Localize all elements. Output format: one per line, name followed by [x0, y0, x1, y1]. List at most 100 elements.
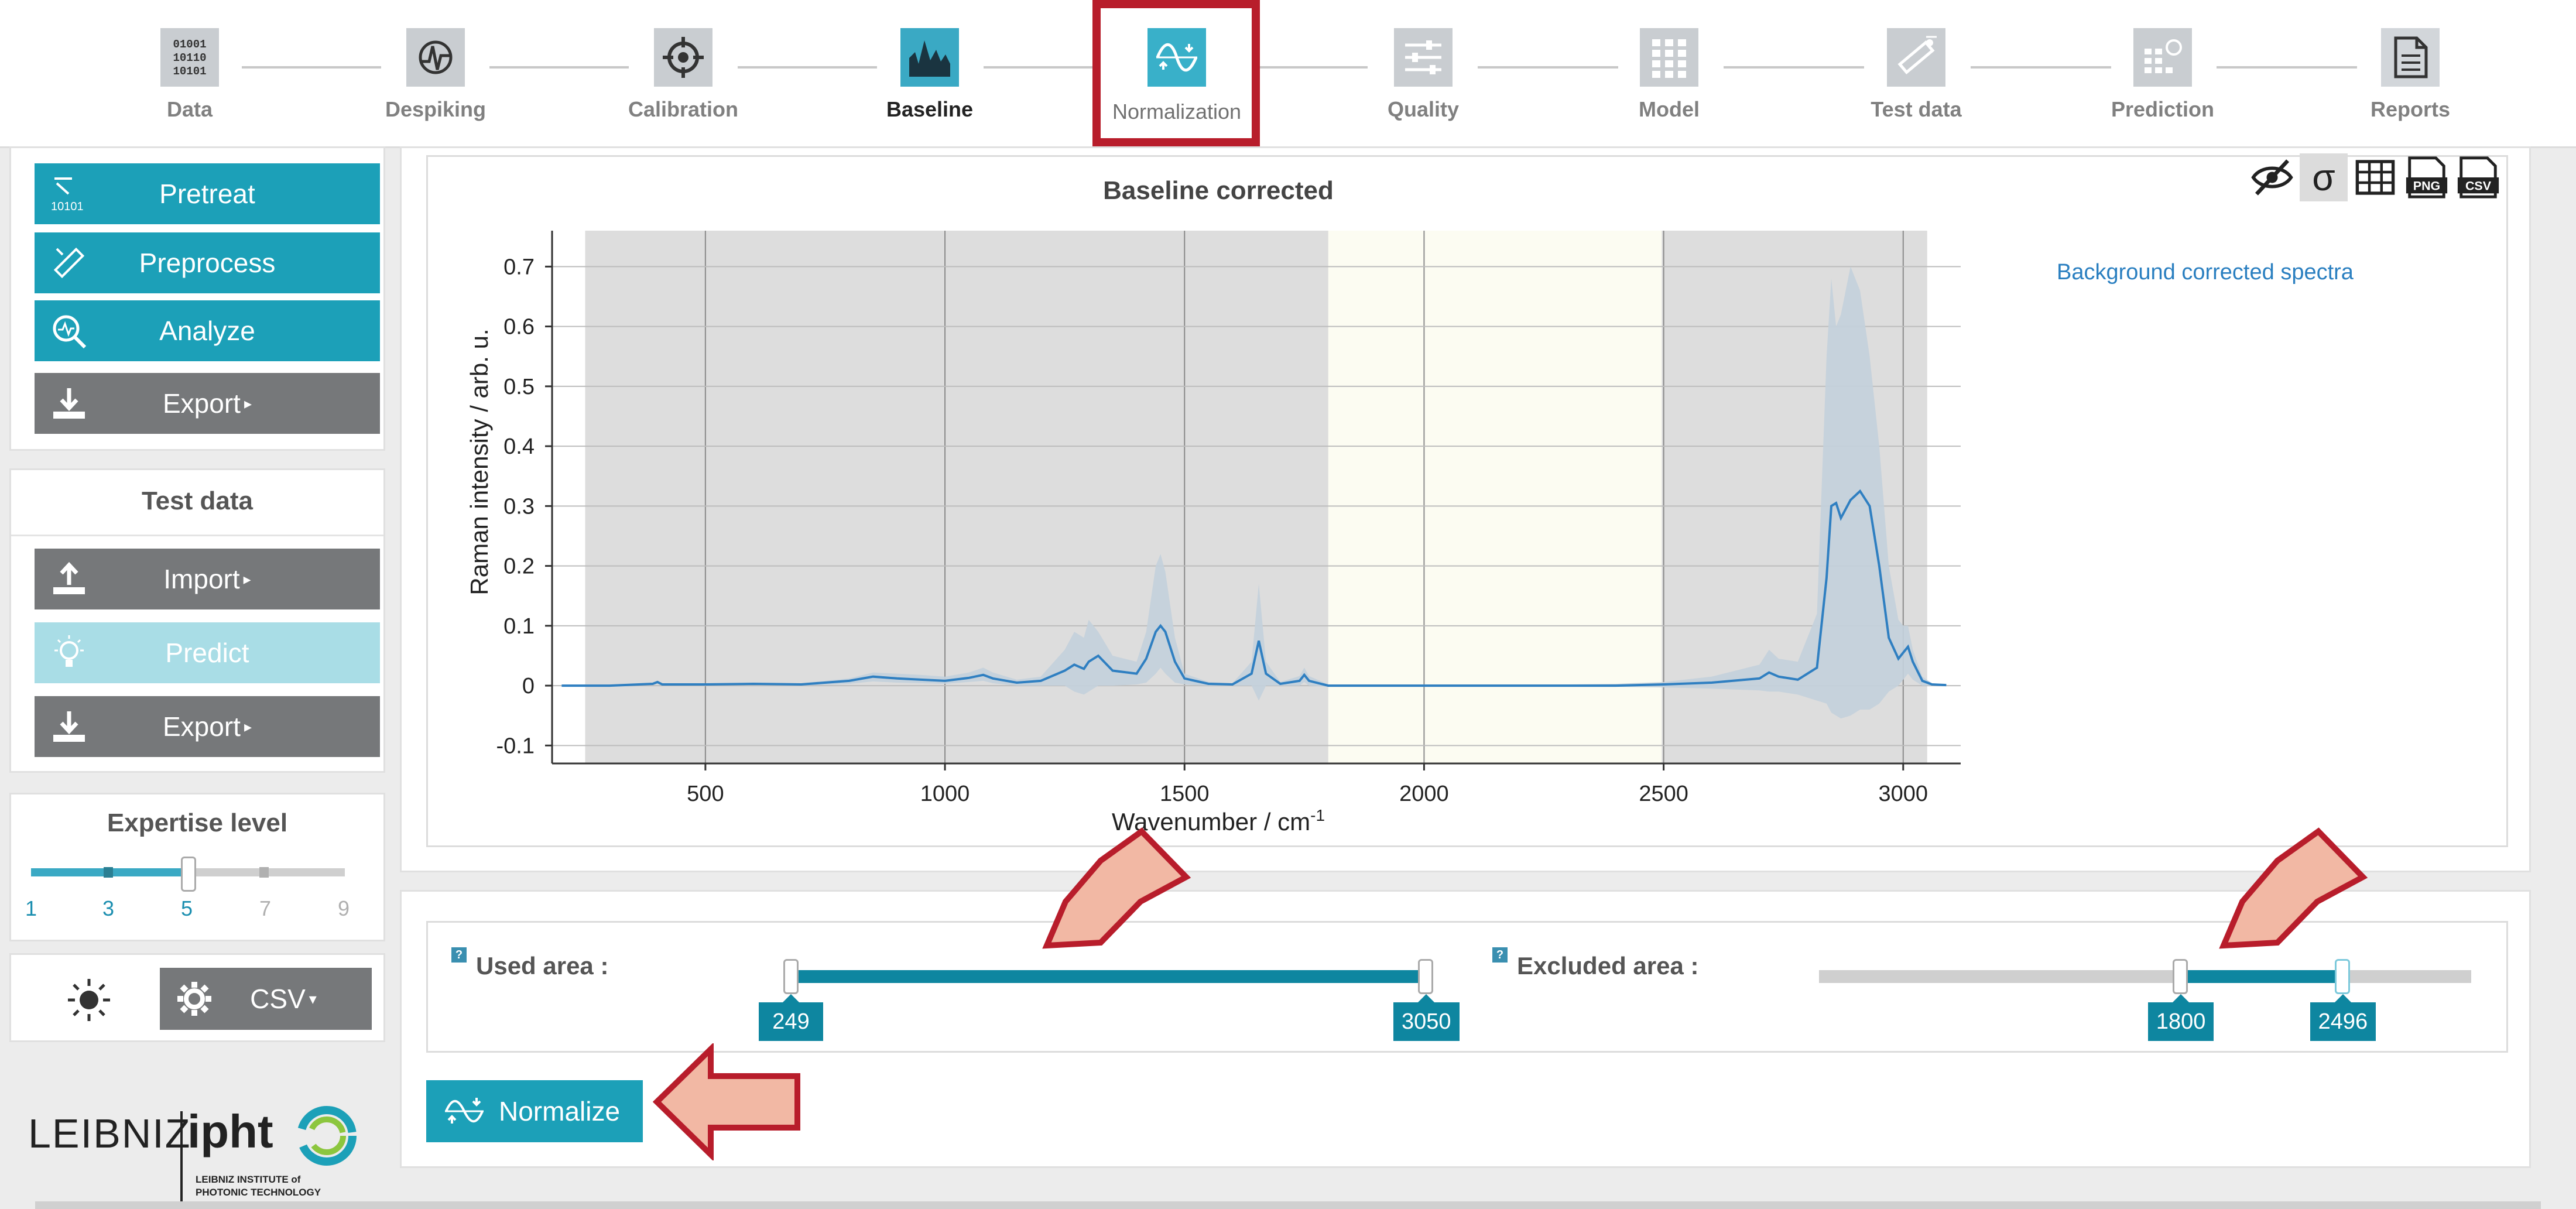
preprocess-icon [53, 247, 85, 279]
baseline-chart-icon [900, 28, 959, 87]
excluded-area-min-value: 1800 [2147, 994, 2214, 1041]
legend-entry[interactable]: Background corrected spectra [2057, 260, 2354, 285]
save-png-icon[interactable]: PNG [2403, 153, 2451, 201]
step-calibration[interactable]: Calibration [590, 28, 777, 122]
step-test-data[interactable]: Test data [1823, 28, 2010, 122]
svg-text:ipht: ipht [187, 1105, 273, 1157]
test-data-icon [1887, 28, 1945, 87]
chart-panel: 500 1000 1500 2000 2500 3000 -0.1 0 0.1 0.2 0.3 0.4… [400, 146, 2531, 872]
x-tick-label: 2000 [1399, 782, 1449, 806]
expertise-tick: 9 [338, 896, 350, 920]
annotation-arrow [1042, 827, 1191, 949]
chart-card: 500 1000 1500 2000 2500 3000 -0.1 0 0.1 0.2 0.3 0.4… [426, 155, 2508, 847]
used-area-fill [791, 970, 1426, 983]
step-prediction[interactable]: Prediction [2069, 28, 2256, 122]
csv-dropdown[interactable]: CSV ▾ [160, 968, 372, 1030]
predict-label: Predict [165, 638, 249, 668]
theme-toggle[interactable] [57, 968, 121, 1032]
step-label: Prediction [2111, 97, 2215, 121]
svg-text:CSV: CSV [2465, 179, 2492, 193]
analyze-button[interactable]: Analyze [35, 300, 380, 361]
upload-icon [53, 561, 85, 594]
y-axis-label: Raman intensity / arb. u. [465, 328, 493, 595]
caret-right-icon: ▸ [243, 570, 251, 588]
annotation-arrow [652, 1043, 800, 1160]
step-baseline[interactable]: Baseline [836, 28, 1023, 122]
pretreat-label: Pretreat [159, 179, 255, 209]
normalize-label: Normalize [499, 1096, 621, 1126]
step-label: Despiking [385, 97, 487, 121]
step-label: Calibration [628, 97, 738, 121]
step-quality[interactable]: Quality [1330, 28, 1517, 122]
expertise-title: Expertise level [107, 809, 288, 837]
step-reports[interactable]: Reports [2317, 28, 2504, 122]
used-area-max-handle[interactable] [1418, 959, 1433, 994]
pretreat-button[interactable]: 10101 Pretreat [35, 163, 380, 224]
preprocess-label: Preprocess [139, 248, 276, 278]
export-button[interactable]: Export ▸ [35, 373, 380, 434]
predict-button[interactable]: Predict [35, 622, 380, 683]
caret-right-icon: ▸ [244, 717, 252, 735]
test-export-button[interactable]: Export ▸ [35, 696, 380, 757]
expertise-tick: 7 [259, 896, 272, 920]
leibniz-ipht-logo: LEIBNIZ ipht LEIBNIZ INSTITUTE of PHOTON… [28, 1105, 357, 1201]
preprocess-button[interactable]: Preprocess [35, 232, 380, 293]
chart-title: Baseline corrected [1103, 176, 1334, 205]
normalize-button[interactable]: Normalize [426, 1080, 643, 1142]
expertise-step-mark [104, 867, 113, 878]
settings-panel: CSV ▾ [9, 953, 385, 1042]
save-csv-icon[interactable]: CSV [2454, 153, 2502, 201]
report-document-icon [2381, 28, 2440, 87]
excluded-area-min-handle[interactable] [2172, 959, 2188, 994]
excluded-area-label: Excluded area : [1517, 952, 1699, 979]
hide-eye-icon[interactable] [2248, 153, 2296, 201]
used-area-max-value: 3050 [1393, 994, 1460, 1041]
analyze-label: Analyze [159, 316, 255, 346]
y-tick-label: 0.2 [503, 554, 535, 579]
x-tick-label: 1000 [920, 782, 970, 806]
step-label: Baseline [886, 97, 974, 121]
download-icon [53, 388, 85, 419]
gear-icon [177, 982, 211, 1016]
model-grid-icon [1640, 28, 1698, 87]
prediction-icon [2133, 28, 2192, 87]
import-label: Import [163, 564, 240, 594]
step-model[interactable]: Model [1575, 28, 1763, 122]
caret-down-icon: ▾ [309, 989, 317, 1008]
quality-sliders-icon [1394, 28, 1453, 87]
area-sliders-card: ? Used area : 249 3050 ? Excluded area :… [426, 921, 2508, 1053]
svg-text:LEIBNIZ INSTITUTE of: LEIBNIZ INSTITUTE of [196, 1174, 301, 1185]
import-button[interactable]: Import ▸ [35, 549, 380, 609]
x-tick-label: 500 [687, 782, 724, 806]
excluded-area-help-icon[interactable]: ? [1492, 947, 1508, 963]
svg-text:LEIBNIZ: LEIBNIZ [28, 1111, 191, 1156]
lightbulb-icon [54, 635, 84, 667]
table-grid-icon[interactable] [2351, 153, 2399, 201]
used-area-min-handle[interactable] [783, 959, 799, 994]
sigma-toggle[interactable]: σ [2300, 153, 2348, 201]
excluded-area-fill [2180, 970, 2342, 983]
step-label: Quality [1387, 97, 1460, 121]
normalize-icon [445, 1098, 484, 1124]
step-data[interactable]: 01001 10110 10101 Data [96, 28, 283, 122]
despiking-icon [406, 28, 465, 87]
step-despiking[interactable]: Despiking [342, 28, 529, 122]
download-icon [53, 711, 85, 742]
svg-text:10101: 10101 [51, 200, 84, 213]
x-tick-label: 2500 [1639, 782, 1688, 806]
workflow-step-bar: 01001 10110 10101 Data Despiking Calibrati… [0, 0, 2576, 148]
used-area-min-value: 249 [759, 994, 823, 1041]
caret-right-icon: ▸ [244, 394, 252, 412]
analyze-icon [53, 315, 87, 349]
used-area-help-icon[interactable]: ? [451, 947, 467, 963]
expertise-tick: 3 [102, 896, 115, 920]
excluded-area-max-handle[interactable] [2334, 959, 2350, 994]
annotation-arrow [2219, 827, 2368, 949]
export-label: Export [162, 388, 241, 419]
excluded-area-max-value: 2496 [2310, 994, 2376, 1041]
horizontal-scrollbar[interactable] [35, 1201, 2541, 1209]
excluded-area-track[interactable] [1819, 970, 2471, 983]
current-step-highlight [1092, 0, 1260, 146]
y-tick-label: 0.3 [503, 494, 535, 519]
expertise-handle[interactable] [181, 857, 196, 892]
